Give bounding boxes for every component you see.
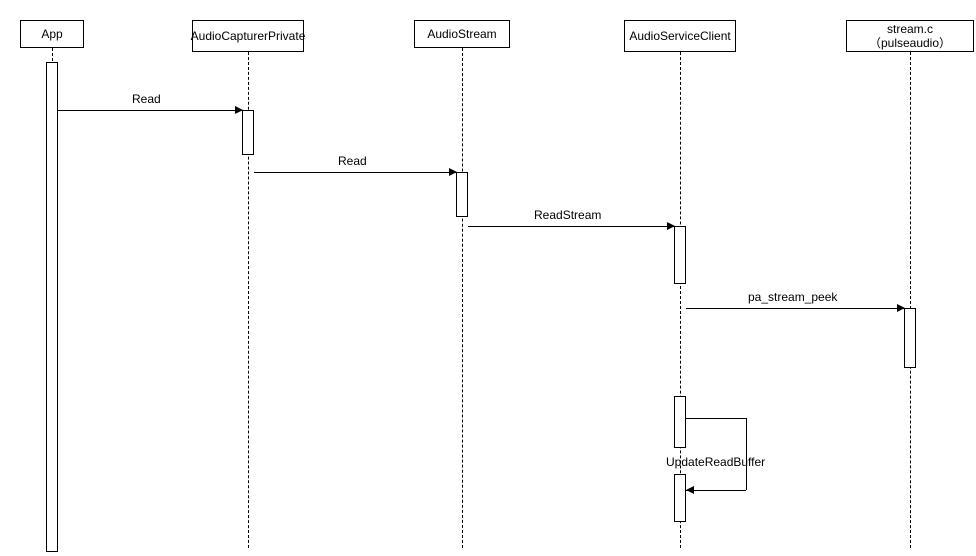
message-label-readstream: ReadStream: [534, 208, 601, 222]
activation-client-1: [674, 226, 686, 284]
activation-pulse: [904, 308, 916, 368]
message-label-updatebuffer: UpdateReadBuffer: [666, 455, 765, 469]
arrow-icon: [686, 486, 694, 494]
message-line-peek: [686, 308, 904, 309]
participant-pulse: stream.c（pulseaudio）: [846, 20, 974, 52]
participant-capturer: AudioCapturerPrivate: [192, 20, 304, 52]
participant-label: AudioCapturerPrivate: [191, 29, 306, 43]
self-top-line: [686, 418, 746, 419]
activation-client-3: [674, 474, 686, 522]
participant-app: App: [20, 20, 84, 48]
lifeline-pulse: [910, 52, 911, 548]
participant-label: stream.c（pulseaudio）: [853, 22, 967, 51]
activation-app: [46, 62, 58, 552]
activation-client-2: [674, 396, 686, 448]
arrow-icon: [235, 106, 243, 114]
message-line-read-1: [58, 110, 242, 111]
message-line-read-2: [254, 172, 456, 173]
participant-client: AudioServiceClient: [624, 20, 736, 52]
activation-capturer: [242, 110, 254, 155]
message-line-readstream: [468, 226, 674, 227]
message-label-read-2: Read: [338, 154, 367, 168]
arrow-icon: [667, 222, 675, 230]
arrow-icon: [449, 168, 457, 176]
message-label-read-1: Read: [132, 92, 161, 106]
participant-label: App: [41, 27, 62, 41]
lifeline-stream: [462, 48, 463, 548]
message-label-peek: pa_stream_peek: [748, 290, 837, 304]
self-vert-line: [746, 418, 747, 490]
self-bottom-line: [686, 490, 746, 491]
participant-label: AudioServiceClient: [629, 29, 730, 43]
participant-stream: AudioStream: [414, 20, 510, 48]
arrow-icon: [897, 304, 905, 312]
activation-stream: [456, 172, 468, 217]
participant-label: AudioStream: [427, 27, 496, 41]
